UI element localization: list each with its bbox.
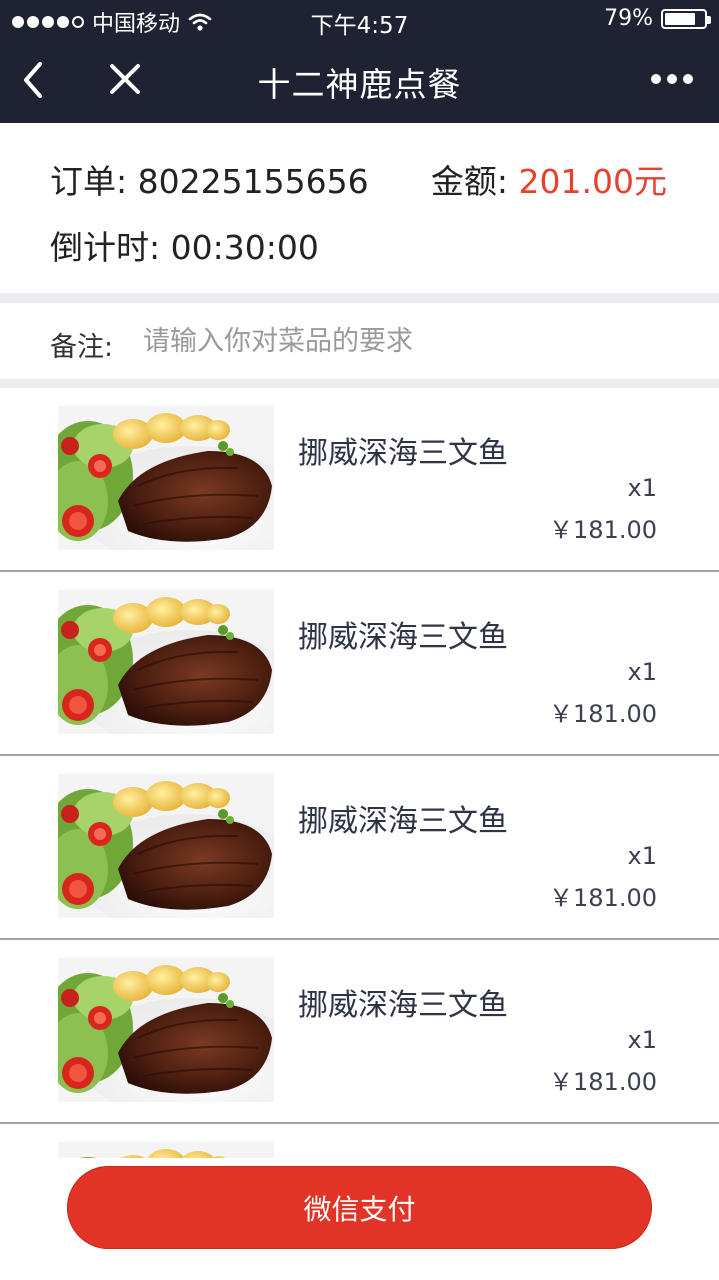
divider xyxy=(0,293,719,303)
battery-icon xyxy=(661,8,711,29)
dish-quantity: x1 xyxy=(627,842,657,870)
dish-image xyxy=(58,958,274,1102)
amount-value: 201.00元 xyxy=(518,162,667,201)
item-list: 挪威深海三文鱼 x1 ￥181.00 挪威深海三文鱼 x1 ￥181.00 挪威… xyxy=(0,388,719,1158)
list-item[interactable]: 挪威深海三文鱼 x1 ￥181.00 xyxy=(0,388,719,572)
wechat-pay-button[interactable]: 微信支付 xyxy=(67,1166,652,1249)
nav-bar: 十二神鹿点餐 xyxy=(0,40,719,123)
dish-price: ￥181.00 xyxy=(549,1068,657,1096)
list-item[interactable]: 挪威深海三文鱼 x1 ￥181.00 xyxy=(0,572,719,756)
list-item-partial xyxy=(0,1124,719,1158)
remark-label: 备注: xyxy=(50,332,114,363)
divider xyxy=(0,379,719,388)
dish-quantity: x1 xyxy=(627,1026,657,1054)
order-info: 订单: 80225155656 金额: 201.00元 倒计时: 00:30:0… xyxy=(0,123,719,293)
dish-price: ￥181.00 xyxy=(549,700,657,728)
battery-area: 79% xyxy=(604,6,711,31)
remark-row: 备注: xyxy=(0,303,719,379)
dish-image xyxy=(58,590,274,734)
dish-image xyxy=(58,774,274,918)
list-item[interactable]: 挪威深海三文鱼 x1 ￥181.00 xyxy=(0,940,719,1124)
countdown: 倒计时: 00:30:00 xyxy=(50,228,319,267)
dish-quantity: x1 xyxy=(627,474,657,502)
top-bar: 中国移动 下午4:57 79% 十二神鹿点餐 xyxy=(0,0,719,123)
order-amount: 金额: 201.00元 xyxy=(430,162,667,201)
page-title: 十二神鹿点餐 xyxy=(257,65,462,104)
dish-name: 挪威深海三文鱼 xyxy=(298,436,508,471)
dish-price: ￥181.00 xyxy=(549,516,657,544)
list-item[interactable]: 挪威深海三文鱼 x1 ￥181.00 xyxy=(0,756,719,940)
battery-percent: 79% xyxy=(604,6,653,31)
dish-image xyxy=(58,406,274,550)
dish-name: 挪威深海三文鱼 xyxy=(298,988,508,1023)
dish-quantity: x1 xyxy=(627,658,657,686)
remark-input[interactable] xyxy=(143,321,683,361)
dish-name: 挪威深海三文鱼 xyxy=(298,804,508,839)
status-bar: 中国移动 下午4:57 79% xyxy=(0,0,719,40)
dish-price: ￥181.00 xyxy=(549,884,657,912)
dish-name: 挪威深海三文鱼 xyxy=(298,620,508,655)
more-icon[interactable] xyxy=(651,74,693,84)
dish-image xyxy=(58,1142,274,1158)
order-number: 订单: 80225155656 xyxy=(50,162,369,201)
